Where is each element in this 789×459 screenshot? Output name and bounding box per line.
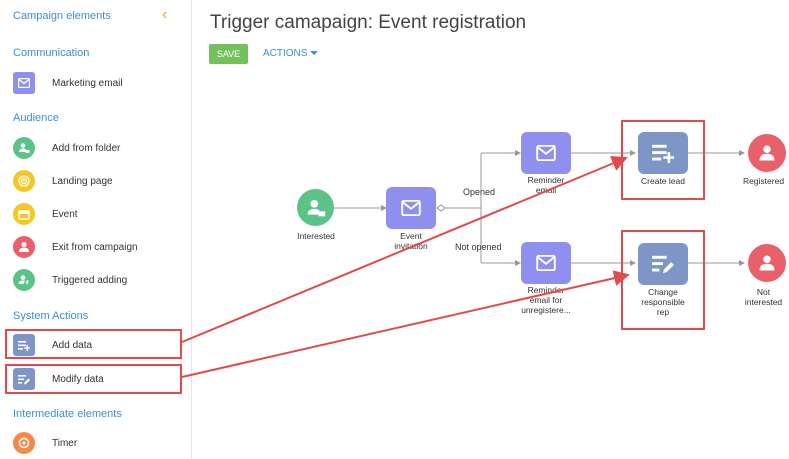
annotation-arrow-modify-data bbox=[181, 270, 630, 378]
annotation-arrows bbox=[181, 155, 630, 378]
annotation-arrow-add-data bbox=[181, 155, 628, 343]
